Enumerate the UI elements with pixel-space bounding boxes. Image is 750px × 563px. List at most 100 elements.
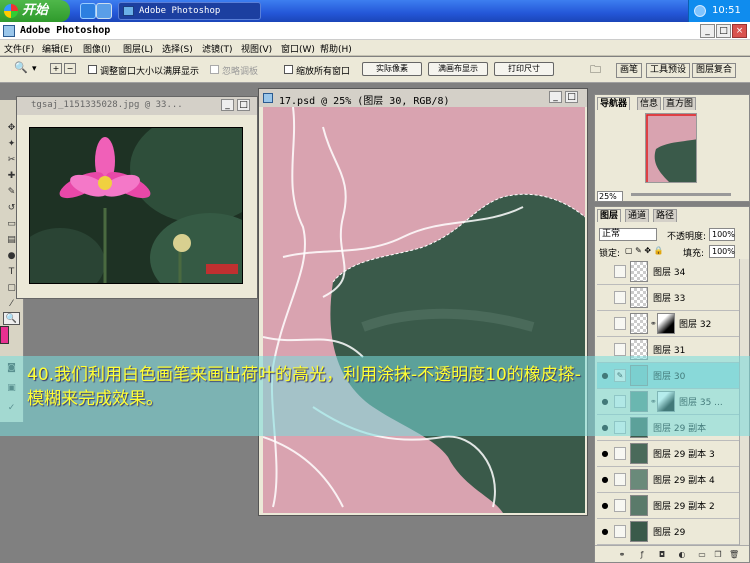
print-size-button[interactable]: 打印尺寸	[494, 62, 554, 76]
link-toggle[interactable]	[614, 343, 626, 356]
tab-layer-comps[interactable]: 图层复合	[692, 63, 737, 78]
link-toggle[interactable]	[614, 499, 626, 512]
zoom-all-checkbox[interactable]	[284, 65, 293, 74]
tab-histogram[interactable]: 直方图	[663, 97, 697, 110]
link-toggle[interactable]	[614, 291, 626, 304]
document-window-main[interactable]: 17.psd @ 25% (图层 30, RGB/8) _ □	[258, 88, 588, 516]
maximize-button[interactable]: □	[716, 24, 731, 38]
menu-view[interactable]: 视图(V)	[241, 42, 272, 55]
taskbar-photoshop-button[interactable]: Adobe Photoshop	[118, 2, 261, 20]
opacity-field[interactable]: 100%	[709, 228, 735, 241]
layers-footer: ⚭ ƒ ◘ ◐ ▭ ❐ 🗑	[595, 545, 749, 562]
navigator-zoom-field[interactable]: 25%	[597, 191, 623, 202]
link-toggle[interactable]	[614, 447, 626, 460]
layer-thumbnail[interactable]	[630, 469, 648, 490]
document-window-source[interactable]: tgsaj_1151335028.jpg @ 33... _ □	[16, 96, 258, 299]
menu-select[interactable]: 选择(S)	[162, 42, 193, 55]
mask-link-icon[interactable]: ⚭	[650, 319, 657, 328]
menu-filter[interactable]: 滤镜(T)	[202, 42, 233, 55]
fit-screen-button[interactable]: 满画布显示	[428, 62, 488, 76]
new-group-icon[interactable]: ▭	[697, 550, 707, 559]
visibility-eye-icon[interactable]	[600, 345, 610, 354]
layer-thumbnail[interactable]	[630, 521, 648, 542]
layer-row[interactable]: ● 图层 29 副本 2	[597, 493, 739, 519]
resize-windows-checkbox[interactable]	[88, 65, 97, 74]
menu-help[interactable]: 帮助(H)	[320, 42, 352, 55]
doc-minimize-button[interactable]: _	[221, 99, 234, 111]
minimize-button[interactable]: _	[700, 24, 715, 38]
tab-navigator[interactable]: 导航器	[597, 97, 631, 110]
blend-mode-select[interactable]: 正常	[599, 228, 657, 241]
visibility-eye-icon[interactable]: ●	[600, 449, 610, 458]
tab-paths[interactable]: 路径	[653, 209, 678, 222]
layer-row[interactable]: ⚭ 图层 32	[597, 311, 739, 337]
zoom-tool-icon[interactable]: 🔍	[14, 61, 28, 74]
visibility-eye-icon[interactable]: ●	[600, 501, 610, 510]
zoom-in-icon[interactable]: +	[50, 63, 62, 74]
layer-row[interactable]: 图层 34	[597, 259, 739, 285]
eyedropper-icon[interactable]: ⁄	[3, 298, 20, 311]
tool-dropdown-arrow-icon[interactable]: ▾	[32, 64, 37, 74]
start-button[interactable]: 开始	[0, 0, 70, 22]
desktop-icon[interactable]	[96, 3, 112, 19]
link-toggle[interactable]	[614, 473, 626, 486]
foreground-color-swatch[interactable]	[0, 326, 9, 344]
menu-window[interactable]: 窗口(W)	[281, 42, 315, 55]
link-toggle[interactable]	[614, 317, 626, 330]
add-mask-icon[interactable]: ◘	[657, 550, 667, 559]
close-button[interactable]: ×	[732, 24, 747, 38]
visibility-eye-icon[interactable]: ●	[600, 527, 610, 536]
palette-well-icon[interactable]: 🗀	[590, 61, 601, 80]
layer-row[interactable]: ● 图层 29 副本 3	[597, 441, 739, 467]
doc-maximize-button[interactable]: □	[237, 99, 250, 111]
layer-thumbnail[interactable]	[630, 287, 648, 308]
layer-thumbnail[interactable]	[630, 495, 648, 516]
lock-icons[interactable]: ▢ ✎ ✥ 🔒	[625, 246, 664, 255]
zoom-tool-icon[interactable]: 🔍	[3, 312, 20, 325]
tab-tool-presets[interactable]: 工具预设	[646, 63, 691, 78]
delete-layer-icon[interactable]: 🗑	[729, 550, 739, 559]
document-canvas[interactable]	[263, 107, 585, 513]
tab-brushes[interactable]: 画笔	[616, 63, 643, 78]
navigator-zoom-slider[interactable]	[631, 193, 731, 196]
tab-layers[interactable]: 图层	[597, 209, 622, 222]
document-titlebar[interactable]: 17.psd @ 25% (图层 30, RGB/8) _ □	[259, 89, 587, 107]
layer-thumbnail[interactable]	[630, 261, 648, 282]
layer-row[interactable]: ● 图层 29	[597, 519, 739, 545]
actual-pixels-button[interactable]: 实际像素	[362, 62, 422, 76]
visibility-eye-icon[interactable]	[600, 267, 610, 276]
visibility-eye-icon[interactable]: ●	[600, 475, 610, 484]
tab-info[interactable]: 信息	[637, 97, 662, 110]
ie-icon[interactable]	[80, 3, 96, 19]
layer-thumbnail[interactable]	[630, 443, 648, 464]
link-layers-icon[interactable]: ⚭	[617, 550, 627, 559]
doc-minimize-button[interactable]: _	[549, 91, 562, 103]
layer-thumbnail[interactable]	[630, 313, 648, 334]
tab-channels[interactable]: 通道	[625, 209, 650, 222]
new-layer-icon[interactable]: ❐	[713, 550, 723, 559]
link-toggle[interactable]	[614, 265, 626, 278]
menu-edit[interactable]: 编辑(E)	[42, 42, 73, 55]
zoom-out-icon[interactable]: −	[64, 63, 76, 74]
menu-image[interactable]: 图像(I)	[83, 42, 111, 55]
layer-mask-thumbnail[interactable]	[657, 313, 675, 334]
menu-layer[interactable]: 图层(L)	[123, 42, 153, 55]
doc-maximize-button[interactable]: □	[565, 91, 578, 103]
document-title: 17.psd @ 25% (图层 30, RGB/8)	[279, 96, 450, 107]
menu-file[interactable]: 文件(F)	[4, 42, 34, 55]
menubar: 文件(F) 编辑(E) 图像(I) 图层(L) 选择(S) 滤镜(T) 视图(V…	[0, 40, 750, 56]
layer-row[interactable]: 图层 33	[597, 285, 739, 311]
navigator-thumbnail[interactable]	[645, 113, 697, 183]
tutorial-caption: 40.我们利用白色画笔来画出荷叶的高光，利用涂抹-不透明度10的橡皮搽-模糊来完…	[0, 356, 750, 436]
layer-style-icon[interactable]: ƒ	[637, 550, 647, 559]
link-toggle[interactable]	[614, 525, 626, 538]
source-photo-lotus	[29, 127, 243, 284]
layer-row[interactable]: ● 图层 29 副本 4	[597, 467, 739, 493]
visibility-eye-icon[interactable]	[600, 319, 610, 328]
tray-status-icon[interactable]	[694, 5, 706, 17]
visibility-eye-icon[interactable]	[600, 293, 610, 302]
fill-field[interactable]: 100%	[709, 245, 735, 258]
ignore-palettes-checkbox[interactable]	[210, 65, 219, 74]
document-titlebar[interactable]: tgsaj_1151335028.jpg @ 33... _ □	[17, 97, 257, 115]
adjustment-layer-icon[interactable]: ◐	[677, 550, 687, 559]
